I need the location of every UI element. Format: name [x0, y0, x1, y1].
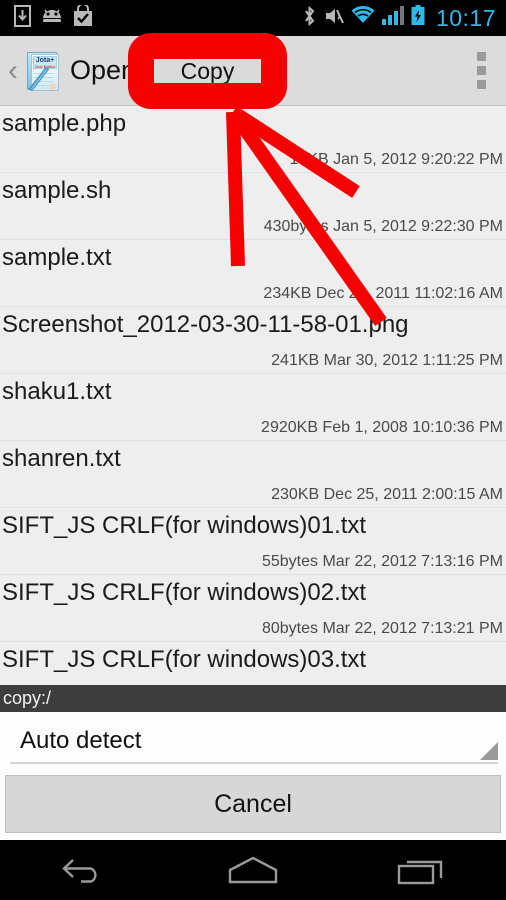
- file-meta: 80bytes Mar 22, 2012 7:13:21 PM: [261, 620, 503, 637]
- list-item[interactable]: sample.sh 430bytes Jan 5, 2012 9:22:30 P…: [0, 173, 506, 240]
- list-item[interactable]: SIFT_JS CRLF(for windows)02.txt 80bytes …: [0, 575, 506, 642]
- encoding-spinner-value: Auto detect: [20, 727, 142, 754]
- jota-app-icon: Jota+ Text Editor: [24, 49, 64, 93]
- encoding-spinner[interactable]: Auto detect: [10, 720, 498, 764]
- android-head-icon: [41, 8, 63, 29]
- list-item[interactable]: shanren.txt 230KB Dec 25, 2011 2:00:15 A…: [0, 441, 506, 508]
- file-meta: 234KB Dec 24, 2011 11:02:16 AM: [263, 285, 503, 302]
- copy-button[interactable]: Copy: [141, 46, 274, 96]
- file-name: SIFT_JS CRLF(for windows)02.txt: [2, 579, 367, 606]
- file-name: shanren.txt: [2, 445, 121, 472]
- file-name: sample.txt: [2, 244, 112, 271]
- list-item[interactable]: sample.txt 234KB Dec 24, 2011 11:02:16 A…: [0, 240, 506, 307]
- file-name: sample.php: [2, 110, 127, 137]
- bluetooth-icon: [302, 5, 317, 32]
- status-bar-clock: 10:17: [435, 4, 496, 31]
- back-chevron-icon[interactable]: ‹: [0, 55, 24, 86]
- download-icon: [14, 4, 31, 32]
- battery-charging-icon: [411, 5, 425, 31]
- file-meta: 55bytes Mar 22, 2012 7:13:16 PM: [261, 553, 503, 570]
- status-bar-right-icons: 10:17: [302, 5, 506, 32]
- mute-icon: [324, 6, 344, 31]
- navigation-bar: [0, 840, 506, 900]
- file-meta: 241KB Mar 30, 2012 1:11:25 PM: [271, 352, 503, 369]
- file-meta: 230KB Dec 25, 2011 2:00:15 AM: [271, 486, 503, 503]
- copy-path-bar: copy:/: [0, 685, 506, 712]
- file-name: sample.sh: [2, 177, 112, 204]
- file-meta: 18KB Jan 5, 2012 9:20:22 PM: [289, 151, 503, 168]
- file-meta: 2920KB Feb 1, 2008 10:10:36 PM: [261, 419, 503, 436]
- recent-apps-icon[interactable]: [372, 840, 472, 900]
- list-item[interactable]: sample.php 18KB Jan 5, 2012 9:20:22 PM: [0, 106, 506, 173]
- list-item[interactable]: Screenshot_2012-03-30-11-58-01.png 241KB…: [0, 307, 506, 374]
- status-bar-left-icons: [0, 2, 93, 32]
- play-store-bag-icon: [73, 2, 93, 32]
- overflow-menu-icon[interactable]: [477, 52, 486, 89]
- file-name: shaku1.txt: [2, 378, 112, 405]
- cancel-button-container: Cancel: [0, 768, 506, 840]
- cancel-button[interactable]: Cancel: [5, 775, 501, 833]
- wifi-icon: [351, 6, 375, 30]
- encoding-spinner-container: Auto detect: [0, 712, 506, 768]
- file-name: SIFT_JS CRLF(for windows)03.txt: [2, 646, 367, 673]
- list-item[interactable]: shaku1.txt 2920KB Feb 1, 2008 10:10:36 P…: [0, 374, 506, 441]
- page-title: Open: [70, 55, 137, 85]
- file-name: SIFT_JS CRLF(for windows)01.txt: [2, 512, 367, 539]
- file-meta: 430bytes Jan 5, 2012 9:22:30 PM: [263, 218, 503, 235]
- file-list[interactable]: sample.php 18KB Jan 5, 2012 9:20:22 PM s…: [0, 106, 506, 685]
- spinner-dropdown-icon: [480, 742, 498, 760]
- home-icon[interactable]: [203, 840, 303, 900]
- back-icon[interactable]: [34, 840, 134, 900]
- list-item[interactable]: SIFT_JS CRLF(for windows)03.txt: [0, 642, 506, 685]
- file-name: Screenshot_2012-03-30-11-58-01.png: [2, 311, 409, 338]
- signal-icon: [381, 6, 404, 30]
- android-screen: 10:17 ‹ Jota+ Text Editor Open Copy sampl…: [0, 0, 506, 900]
- list-item[interactable]: SIFT_JS CRLF(for windows)01.txt 55bytes …: [0, 508, 506, 575]
- status-bar: 10:17: [0, 0, 506, 36]
